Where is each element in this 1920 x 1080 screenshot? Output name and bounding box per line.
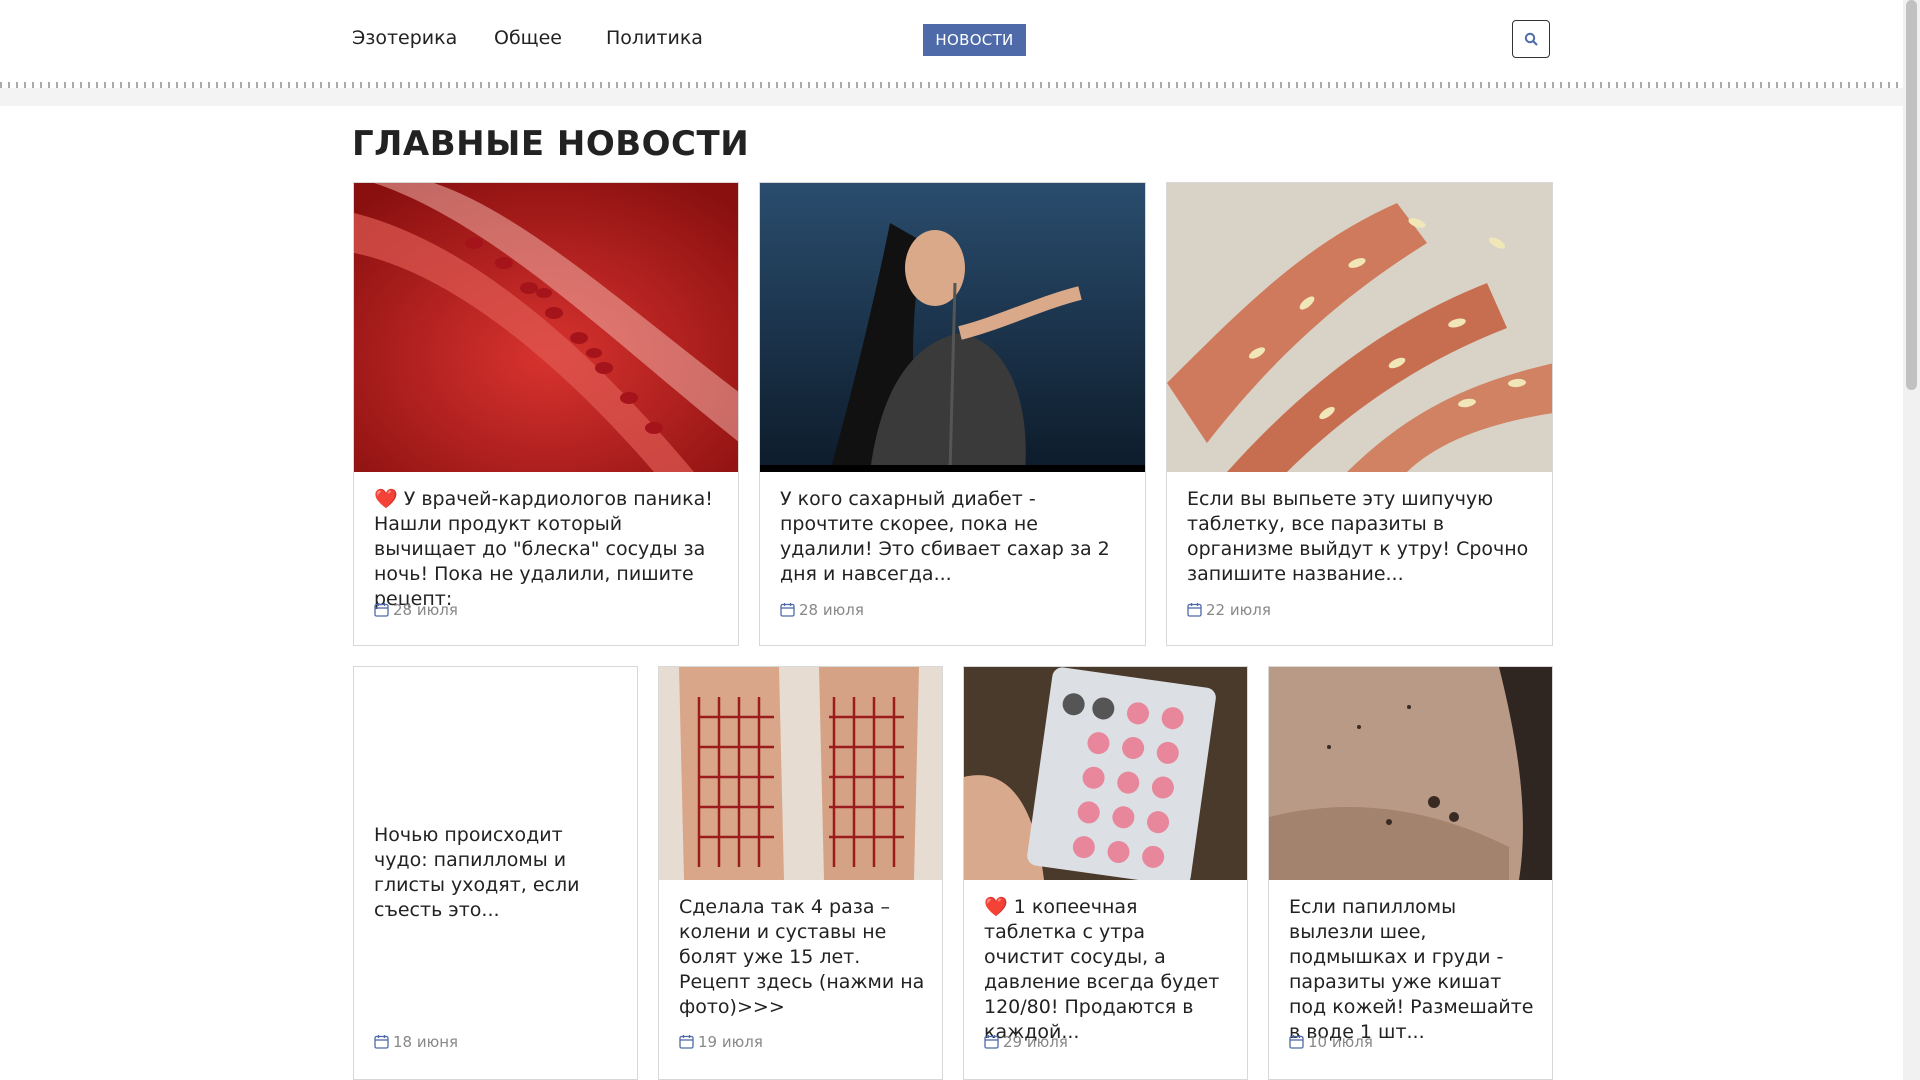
news-card[interactable]: Ночью происходит чудо: папилломы и глист… (353, 666, 638, 1080)
card-title[interactable]: У кого сахарный диабет - прочтите скорее… (780, 487, 1129, 587)
news-button[interactable]: НОВОСТИ (923, 24, 1026, 56)
card-date-text: 28 июля (799, 601, 864, 619)
card-title-text[interactable]: Сделала так 4 раза – колени и суставы не… (679, 896, 924, 1018)
page-scrollbar[interactable] (1903, 0, 1920, 1080)
card-title[interactable]: Если папилломы вылезли шее, подмышках и … (1289, 895, 1536, 1045)
card-title[interactable]: Сделала так 4 раза – колени и суставы не… (679, 895, 926, 1020)
news-card[interactable]: ❤️ У врачей-кардиологов паника! Нашли пр… (353, 182, 739, 646)
card-title-text[interactable]: Если папилломы вылезли шее, подмышках и … (1289, 896, 1534, 1043)
card-date: 29 июля (984, 1033, 1068, 1051)
card-date: 28 июля (374, 601, 458, 619)
news-card[interactable]: Если папилломы вылезли шее, подмышках и … (1268, 666, 1553, 1080)
news-card[interactable]: ❤️ 1 копеечная таблетка с утра очистит с… (963, 666, 1248, 1080)
card-title[interactable]: ❤️ 1 копеечная таблетка с утра очистит с… (984, 895, 1231, 1045)
nav-item-general[interactable]: Общее (494, 27, 562, 49)
card-title-text[interactable]: Ночью происходит чудо: папилломы и глист… (374, 824, 579, 921)
calendar-icon (374, 1035, 389, 1049)
parasites-fingers-image[interactable] (1167, 183, 1552, 472)
top-navbar: Эзотерика Общее Политика НОВОСТИ (0, 0, 1903, 80)
card-title-text[interactable]: У врачей-кардиологов паника! Нашли проду… (374, 488, 713, 610)
card-title[interactable]: Если вы выпьете эту шипучую таблетку, вс… (1187, 487, 1536, 587)
card-date-text: 19 июля (698, 1033, 763, 1051)
calendar-icon (1187, 603, 1202, 617)
singer-image[interactable] (760, 183, 1145, 472)
card-date-text: 22 июля (1206, 601, 1271, 619)
card-date-text: 18 июня (393, 1033, 459, 1051)
page-title: ГЛАВНЫЕ НОВОСТИ (352, 124, 750, 164)
calendar-icon (679, 1035, 694, 1049)
pills-blister-image[interactable] (964, 667, 1247, 880)
card-title-text[interactable]: У кого сахарный диабет - прочтите скорее… (780, 488, 1110, 585)
card-title-text[interactable]: 1 копеечная таблетка с утра очистит сосу… (984, 896, 1219, 1043)
heart-emoji: ❤️ (374, 488, 398, 510)
news-card[interactable]: Сделала так 4 раза – колени и суставы не… (658, 666, 943, 1080)
blood-vessel-image[interactable] (354, 183, 738, 472)
scrollbar-thumb[interactable] (1906, 0, 1917, 390)
card-date: 10 июля (1289, 1033, 1373, 1051)
calendar-icon (780, 603, 795, 617)
card-date-text: 28 июля (393, 601, 458, 619)
nav-item-esoterics[interactable]: Эзотерика (352, 27, 457, 49)
card-date: 22 июля (1187, 601, 1271, 619)
heart-emoji: ❤️ (984, 896, 1008, 918)
card-title[interactable]: ❤️ У врачей-кардиологов паника! Нашли пр… (374, 487, 722, 612)
news-card[interactable]: Если вы выпьете эту шипучую таблетку, вс… (1166, 182, 1553, 646)
card-title-text[interactable]: Если вы выпьете эту шипучую таблетку, вс… (1187, 488, 1528, 585)
card-date-text: 10 июля (1308, 1033, 1373, 1051)
card-title[interactable]: Ночью происходит чудо: папилломы и глист… (374, 823, 621, 923)
nav-item-politics[interactable]: Политика (606, 27, 703, 49)
card-date: 18 июня (374, 1033, 458, 1051)
neck-papillomas-image[interactable] (1269, 667, 1552, 880)
search-button[interactable] (1512, 20, 1550, 58)
calendar-icon (374, 603, 389, 617)
calendar-icon (1289, 1035, 1304, 1049)
card-date: 19 июля (679, 1033, 763, 1051)
card-date-text: 29 июля (1003, 1033, 1068, 1051)
news-card[interactable]: У кого сахарный диабет - прочтите скорее… (759, 182, 1146, 646)
header-strip (0, 88, 1903, 106)
search-icon (1524, 32, 1538, 46)
knees-grid-image[interactable] (659, 667, 942, 880)
card-date: 28 июля (780, 601, 864, 619)
calendar-icon (984, 1035, 999, 1049)
